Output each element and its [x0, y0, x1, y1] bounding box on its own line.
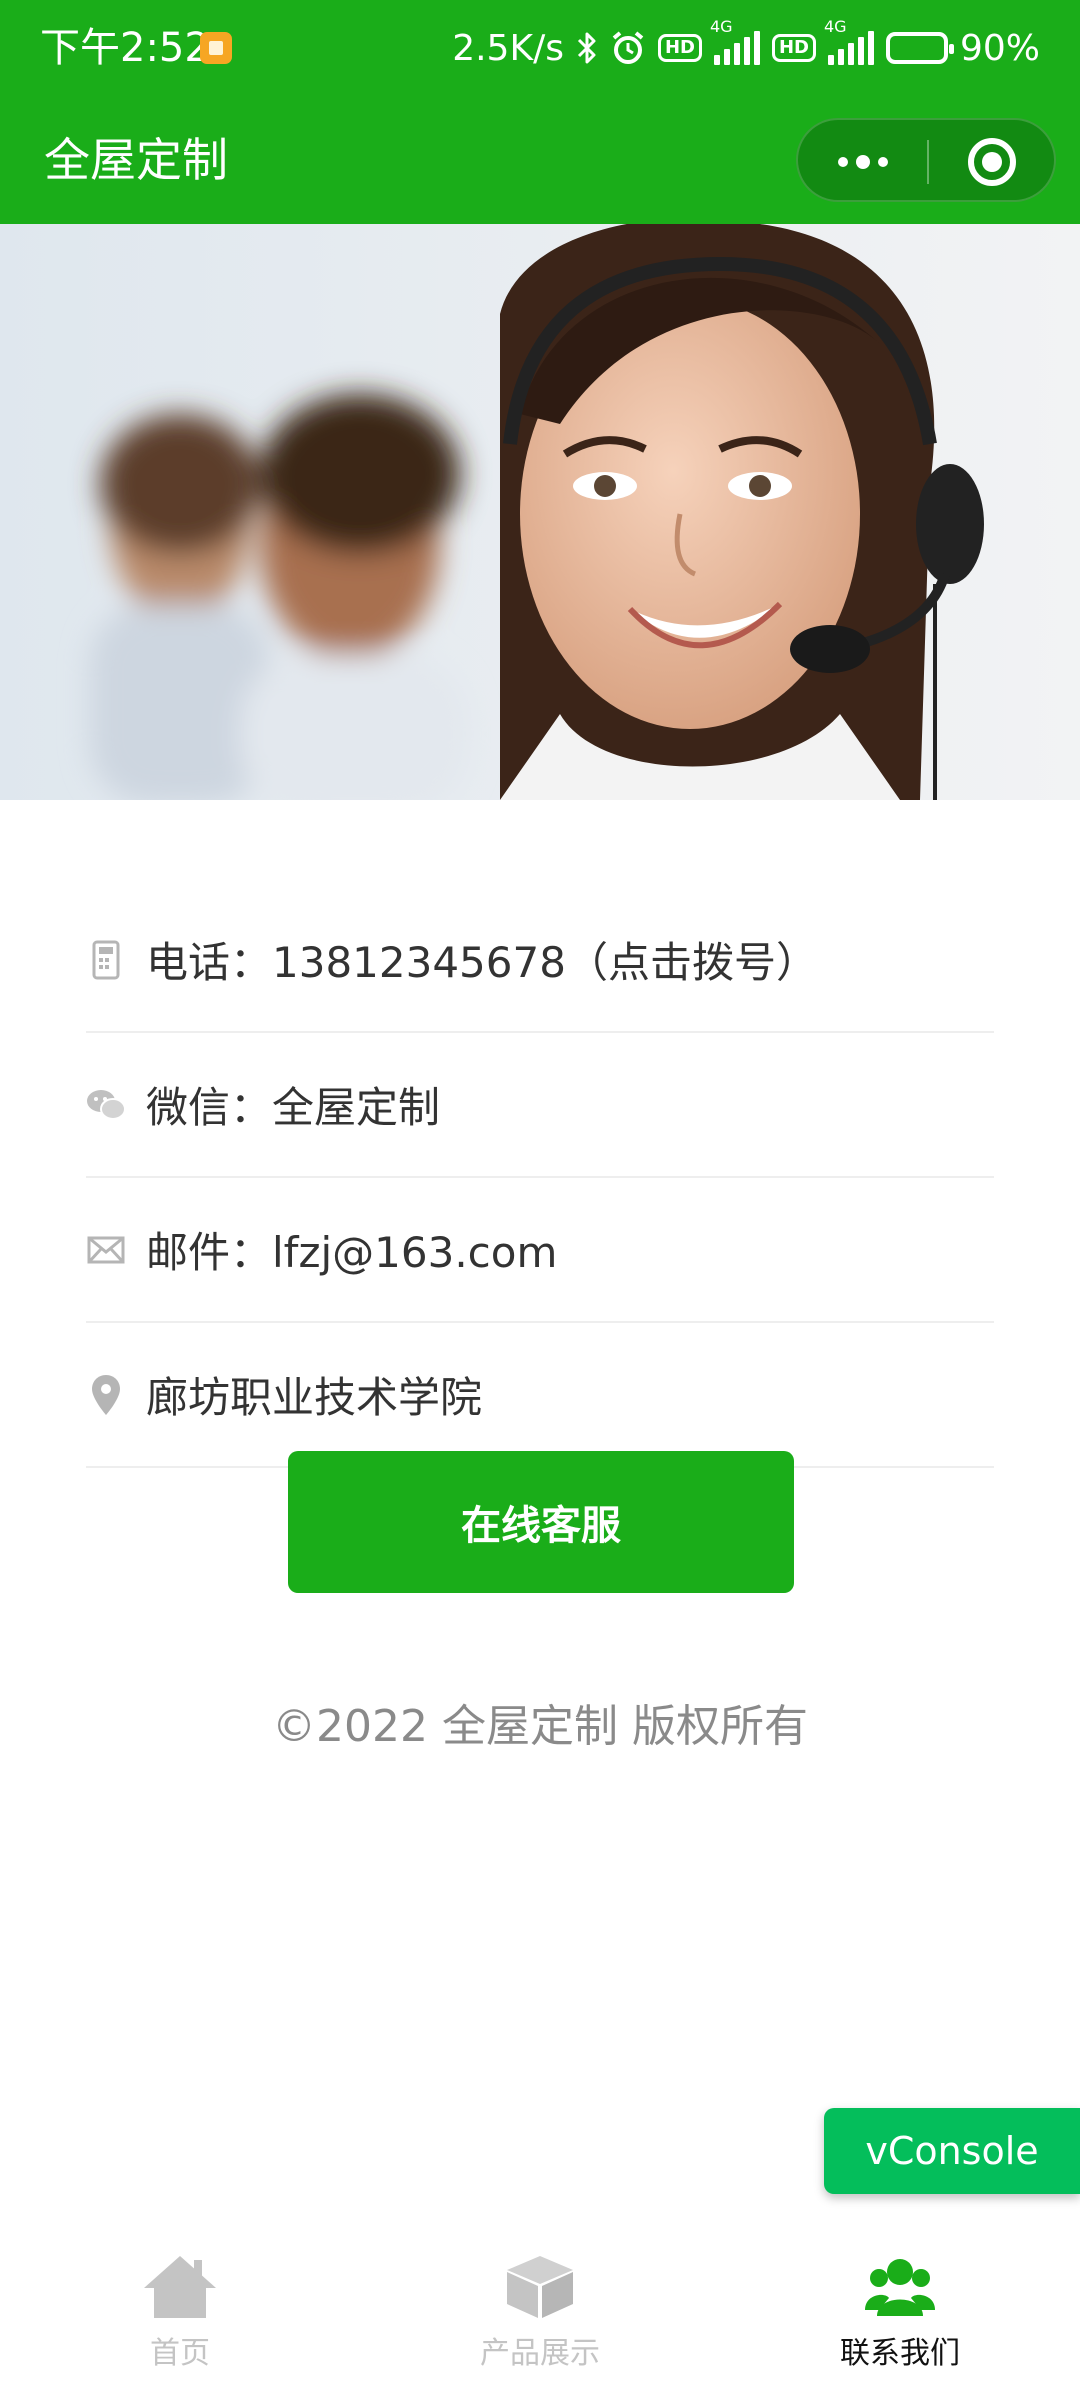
- tab-label: 产品展示: [480, 2336, 600, 2371]
- signal-icon: 4G: [824, 17, 874, 65]
- users-icon: [860, 2252, 940, 2322]
- phone-row[interactable]: 电话：13812345678（点击拨号）: [86, 888, 994, 1033]
- phone-text: 电话：13812345678（点击拨号）: [146, 938, 818, 987]
- network-speed: 2.5K/s: [452, 27, 564, 69]
- status-bar: 下午2:52 2.5K/s HD 4G HD 4G 90%: [0, 0, 1080, 96]
- hd-badge: HD: [771, 34, 816, 62]
- copyright-text: ©2022 全屋定制 版权所有: [272, 1701, 808, 1752]
- tab-label: 联系我们: [840, 2336, 960, 2371]
- location-pin-icon: [86, 1374, 126, 1415]
- tab-contact[interactable]: 联系我们: [720, 2252, 1080, 2392]
- wechat-icon: [86, 1085, 126, 1125]
- address-text: 廊坊职业技术学院: [146, 1373, 483, 1422]
- mail-icon: [86, 1230, 126, 1270]
- battery-percent: 90%: [959, 27, 1040, 69]
- contact-list: 电话：13812345678（点击拨号） 微信：全屋定制 邮件：lfzj@163…: [86, 888, 994, 1468]
- notification-icon: [200, 32, 232, 64]
- home-icon: [140, 2252, 220, 2322]
- address-row: 廊坊职业技术学院: [86, 1323, 994, 1468]
- box-icon: [500, 2252, 580, 2322]
- battery-icon: [885, 32, 954, 64]
- status-indicators: 2.5K/s HD 4G HD 4G 90%: [452, 17, 1040, 74]
- bluetooth-icon: [577, 32, 596, 64]
- tab-bar: 首页 产品展示 联系我们: [0, 2240, 1080, 2400]
- status-time: 下午2:52: [40, 25, 210, 71]
- hd-badge: HD: [657, 34, 702, 62]
- wechat-text: 微信：全屋定制: [146, 1083, 441, 1132]
- vconsole-button[interactable]: vConsole: [824, 2108, 1080, 2194]
- email-row: 邮件：lfzj@163.com: [86, 1178, 994, 1323]
- alarm-icon: [612, 31, 644, 64]
- email-text: 邮件：lfzj@163.com: [146, 1228, 558, 1277]
- signal-tag: 4G: [709, 17, 733, 36]
- signal-icon: 4G: [710, 17, 760, 65]
- miniprogram-capsule: [796, 118, 1056, 202]
- close-miniprogram-icon[interactable]: [968, 138, 1016, 186]
- phone-icon: [86, 940, 126, 980]
- online-service-button[interactable]: 在线客服: [288, 1451, 794, 1593]
- tab-products[interactable]: 产品展示: [360, 2252, 720, 2392]
- more-icon[interactable]: [828, 142, 898, 182]
- navigation-bar: 全屋定制: [0, 96, 1080, 224]
- wechat-row: 微信：全屋定制: [86, 1033, 994, 1178]
- page-title: 全屋定制: [44, 133, 228, 187]
- signal-tag: 4G: [823, 17, 847, 36]
- tab-home[interactable]: 首页: [0, 2252, 360, 2392]
- customer-service-banner: [0, 224, 1080, 800]
- tab-label: 首页: [150, 2336, 210, 2371]
